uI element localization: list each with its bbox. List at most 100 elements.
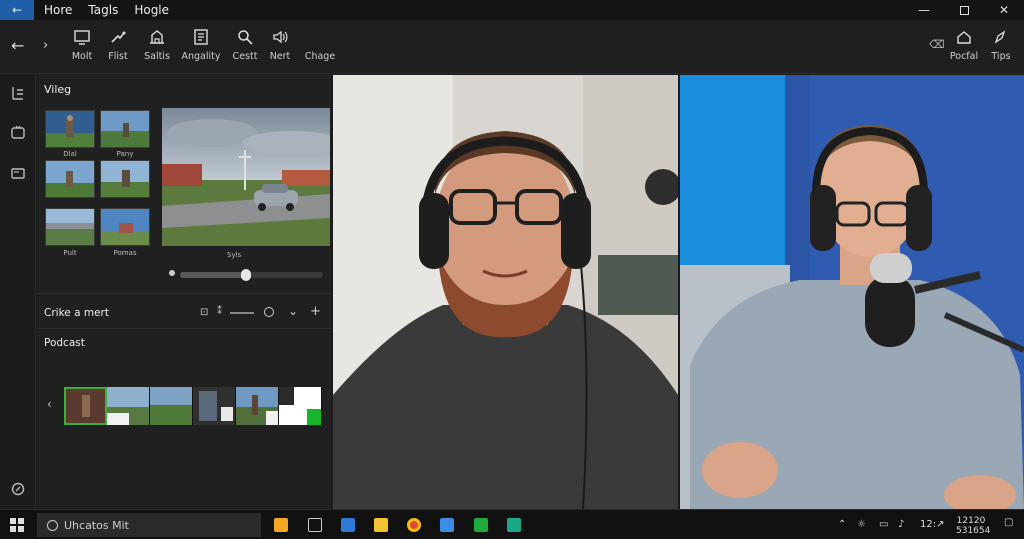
taskbar: Uhcatos Mit ⌃ ☼ ▭ ♪ 12:↗ 12120 531654 ▢: [0, 509, 1024, 539]
tool-chage[interactable]: Chage: [296, 28, 344, 62]
pencil-icon: [994, 30, 1006, 44]
brightness-icon[interactable]: ☼: [857, 519, 866, 530]
notification-icon[interactable]: ▢: [1004, 517, 1013, 528]
green-app-icon[interactable]: [474, 518, 488, 532]
back-arrow-icon[interactable]: ←: [11, 36, 24, 55]
minimize-button[interactable]: —: [904, 0, 944, 20]
building-icon: [150, 30, 164, 44]
windows-start-icon[interactable]: [10, 518, 24, 532]
search-text: Uhcatos Mit: [64, 518, 129, 532]
clock-time: 12120: [956, 516, 986, 526]
file-explorer-icon[interactable]: [374, 518, 388, 532]
maximize-button[interactable]: [944, 0, 984, 20]
chrome-browser-icon[interactable]: [407, 518, 421, 532]
thumbnail-caption: Pomas: [113, 249, 137, 257]
settings-icon[interactable]: [9, 480, 27, 498]
video-thumbnail[interactable]: [100, 110, 150, 148]
network-icon[interactable]: ♪: [898, 519, 904, 530]
toolbar: ← › Molt Flist Saltis Angality Cestt Ner…: [0, 20, 1024, 74]
timeline-scrubber[interactable]: [180, 269, 323, 281]
arrow-left-icon: ←: [11, 3, 23, 17]
minimize-icon: —: [918, 3, 930, 17]
landscape-icon: [101, 161, 149, 197]
video-section-title: Vileg: [44, 83, 72, 96]
tool-label: Chage: [304, 51, 336, 62]
close-button[interactable]: ✕: [984, 0, 1024, 20]
screen-icon: [74, 30, 90, 45]
landscape-icon: [46, 111, 94, 147]
clip-thumbnail[interactable]: [150, 387, 193, 425]
thumbnail-caption: Pult: [63, 249, 77, 257]
preview-caption: Syls: [227, 251, 242, 259]
spreadsheet-app-icon[interactable]: [507, 518, 521, 532]
document-icon: [194, 29, 208, 45]
video-feed-participant-2[interactable]: [680, 75, 1024, 509]
title-bar: ← Hore Tagls Hogle — ✕: [0, 0, 1024, 20]
magnifier-icon: [238, 30, 253, 45]
back-button[interactable]: ←: [0, 0, 34, 20]
taskbar-search-box[interactable]: Uhcatos Mit: [37, 513, 261, 537]
clip-thumbnail[interactable]: [64, 387, 107, 425]
task-view-icon[interactable]: [308, 518, 322, 532]
media-panel: Vileg Dlal Pany Pult Pomas Syls Crike a …: [37, 75, 331, 509]
video-thumbnail[interactable]: [45, 160, 95, 198]
tab-hogle[interactable]: Hogle: [134, 3, 169, 17]
playhead-start-dot[interactable]: [169, 270, 175, 276]
thumbnail-caption: Dlal: [63, 150, 77, 158]
webcam-image: [333, 75, 678, 509]
scrubber-handle[interactable]: [240, 269, 251, 281]
landscape-icon: [46, 161, 94, 197]
shuffle-icon[interactable]: ⁑: [217, 306, 222, 317]
tool-label: Saltis: [144, 51, 170, 62]
landscape-icon: [101, 111, 149, 147]
video-thumbnail[interactable]: [100, 160, 150, 198]
video-preview[interactable]: [162, 108, 330, 246]
video-thumbnail[interactable]: [45, 110, 95, 148]
clip-thumbnail[interactable]: [193, 387, 236, 425]
clip-thumbnail[interactable]: [236, 387, 279, 425]
video-thumbnail[interactable]: [100, 208, 150, 246]
clip-thumbnail[interactable]: [107, 387, 150, 425]
battery-icon[interactable]: ▭: [879, 519, 888, 530]
road-scene-image: [162, 108, 330, 246]
clip-thumbnail[interactable]: [279, 387, 322, 425]
tab-home[interactable]: Hore: [44, 3, 72, 17]
crop-icon[interactable]: ⊡: [200, 307, 208, 318]
home-icon: [957, 31, 971, 44]
volume-slider[interactable]: [230, 312, 254, 314]
chevron-left-icon[interactable]: ‹: [47, 397, 52, 411]
video-feed-participant-1[interactable]: [333, 75, 678, 509]
tray-time: 12:↗: [920, 519, 945, 530]
create-row-label: Crike a mert: [44, 307, 109, 319]
forward-arrow-icon[interactable]: ›: [43, 38, 48, 53]
landscape-icon: [46, 209, 94, 245]
card-icon[interactable]: [9, 164, 27, 182]
plus-icon[interactable]: +: [310, 304, 321, 319]
media-icon[interactable]: [9, 123, 27, 141]
chevron-up-icon[interactable]: ⌃: [838, 519, 846, 530]
video-thumbnail[interactable]: [45, 208, 95, 246]
clock-date: 531654: [956, 526, 991, 536]
clock[interactable]: 12120 531654: [956, 516, 991, 536]
pen-icon: [111, 31, 126, 43]
section-divider: [37, 328, 331, 329]
chevron-down-icon[interactable]: ⌄: [288, 304, 298, 318]
list-icon[interactable]: [9, 84, 27, 102]
search-icon: [47, 519, 58, 531]
tool-tips[interactable]: Tips: [977, 28, 1024, 62]
tool-saltis[interactable]: Saltis: [133, 28, 181, 62]
webcam-image: [680, 75, 1024, 509]
store-app-icon[interactable]: [341, 518, 355, 532]
thumbnail-caption: Pany: [116, 150, 134, 158]
podcast-section-title: Podcast: [44, 337, 85, 349]
record-circle-icon[interactable]: [264, 307, 274, 317]
tab-tags[interactable]: Tagls: [88, 3, 118, 17]
left-rail: [0, 75, 36, 509]
close-icon: ✕: [998, 3, 1010, 17]
mail-app-icon[interactable]: [440, 518, 454, 532]
tool-angality[interactable]: Angality: [177, 28, 225, 62]
clip-strip[interactable]: [64, 387, 322, 425]
section-divider: [37, 293, 331, 294]
audio-icon: [273, 30, 288, 44]
windows-grid-app-icon[interactable]: [274, 518, 288, 532]
